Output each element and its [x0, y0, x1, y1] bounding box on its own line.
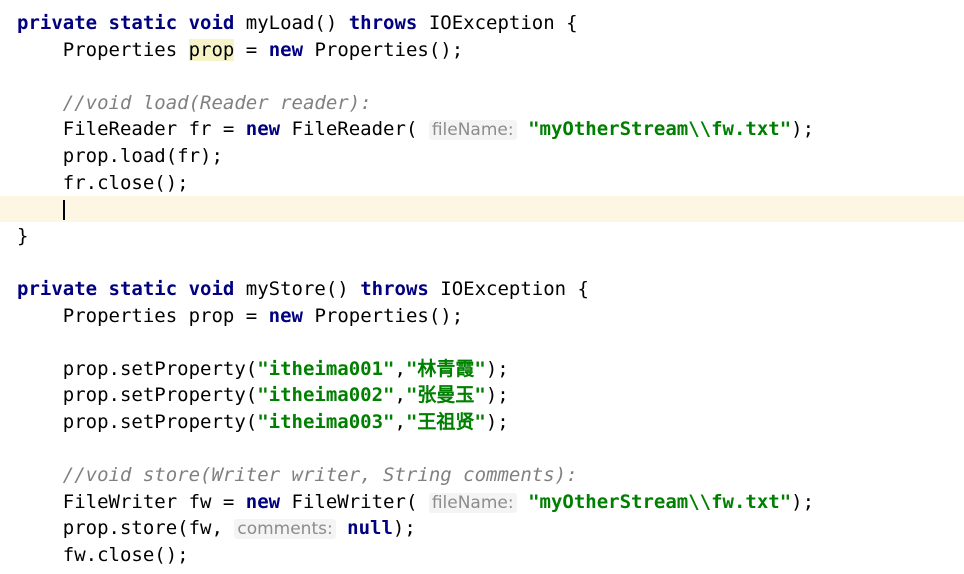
- code-string: "itheima003": [257, 411, 395, 433]
- code-comment: //void store(Writer writer, String comme…: [62, 464, 578, 487]
- code-token: prop.setProperty(: [17, 357, 258, 380]
- code-token: Properties prop =: [17, 304, 269, 327]
- code-keyword: new: [245, 118, 281, 141]
- code-line[interactable]: private static void myLoad() throws IOEx…: [0, 10, 964, 36]
- parameter-hint: fileName:: [428, 492, 517, 513]
- code-string: "王祖贤": [405, 411, 486, 433]
- code-keyword: throws: [360, 278, 429, 300]
- code-token: );: [791, 118, 815, 141]
- code-token: ,: [394, 411, 406, 433]
- code-line[interactable]: Properties prop = new Properties();: [0, 303, 964, 329]
- code-token: =: [234, 38, 269, 61]
- code-line[interactable]: }: [0, 223, 964, 249]
- code-editor[interactable]: private static void myLoad() throws IOEx…: [0, 0, 964, 574]
- code-token: }: [17, 224, 29, 247]
- code-token: );: [485, 411, 509, 433]
- code-string: "张曼玉": [405, 384, 486, 407]
- code-line[interactable]: FileWriter fw = new FileWriter( fileName…: [0, 489, 964, 515]
- code-token: myLoad(): [234, 12, 349, 34]
- code-token: fw.close();: [17, 544, 189, 566]
- code-line[interactable]: [0, 249, 964, 275]
- code-token: prop.load(fr);: [17, 145, 223, 167]
- code-line[interactable]: prop.load(fr);: [0, 143, 964, 169]
- code-token: ,: [394, 357, 406, 380]
- code-keyword: new: [245, 490, 281, 513]
- code-string: "itheima001": [257, 357, 395, 380]
- code-comment: //void load(Reader reader):: [62, 91, 372, 114]
- code-token: FileReader fr =: [17, 118, 246, 141]
- code-token: FileWriter fw =: [17, 490, 246, 513]
- highlighted-identifier: prop: [188, 38, 235, 61]
- code-token: );: [485, 357, 509, 380]
- code-token: prop.setProperty(: [17, 411, 258, 433]
- code-line[interactable]: [0, 436, 964, 462]
- code-line[interactable]: fw.close();: [0, 542, 964, 568]
- code-line[interactable]: //void load(Reader reader):: [0, 90, 964, 116]
- code-token: );: [791, 490, 815, 513]
- code-line[interactable]: Properties prop = new Properties();: [0, 37, 964, 63]
- code-token: FileReader(: [280, 118, 429, 141]
- parameter-hint: fileName:: [428, 120, 517, 141]
- code-token: Properties();: [303, 38, 464, 61]
- code-line[interactable]: fr.close();: [0, 170, 964, 196]
- code-token: IOException {: [428, 278, 589, 300]
- code-token: prop.setProperty(: [17, 384, 258, 407]
- code-token: );: [485, 384, 509, 407]
- code-token: Properties: [17, 38, 189, 61]
- code-line[interactable]: FileReader fr = new FileReader( fileName…: [0, 116, 964, 142]
- code-line[interactable]: [0, 196, 964, 223]
- code-keyword: new: [268, 304, 303, 327]
- parameter-hint: comments:: [234, 519, 336, 540]
- code-line[interactable]: prop.setProperty("itheima001","林青霞");: [0, 356, 964, 382]
- code-token: myStore(): [234, 278, 361, 300]
- code-token: fr.close();: [17, 171, 189, 194]
- code-token: FileWriter(: [280, 490, 429, 513]
- code-keyword: private static void: [17, 12, 235, 34]
- code-line[interactable]: private static void myStore() throws IOE…: [0, 276, 964, 302]
- code-token: prop.store(fw,: [17, 517, 235, 540]
- code-keyword: private static void: [17, 278, 235, 300]
- code-keyword: new: [268, 38, 304, 61]
- code-keyword: null: [347, 517, 393, 540]
- code-line[interactable]: prop.setProperty("itheima002","张曼玉");: [0, 382, 964, 408]
- code-string: "myOtherStream\\fw.txt": [528, 118, 792, 141]
- code-line[interactable]: [0, 63, 964, 89]
- code-line[interactable]: prop.setProperty("itheima003","王祖贤");: [0, 409, 964, 435]
- code-line[interactable]: prop.store(fw, comments: null);: [0, 515, 964, 541]
- code-token: Properties();: [303, 304, 464, 327]
- code-token: IOException {: [417, 12, 578, 34]
- code-string: "itheima002": [257, 384, 395, 407]
- text-caret: [62, 199, 65, 220]
- code-string: "林青霞": [405, 357, 486, 380]
- code-line[interactable]: //void store(Writer writer, String comme…: [0, 462, 964, 488]
- code-string: "myOtherStream\\fw.txt": [528, 490, 792, 513]
- code-token: );: [392, 517, 416, 540]
- code-token: ,: [394, 384, 406, 407]
- code-keyword: throws: [348, 12, 418, 34]
- code-line[interactable]: [0, 329, 964, 355]
